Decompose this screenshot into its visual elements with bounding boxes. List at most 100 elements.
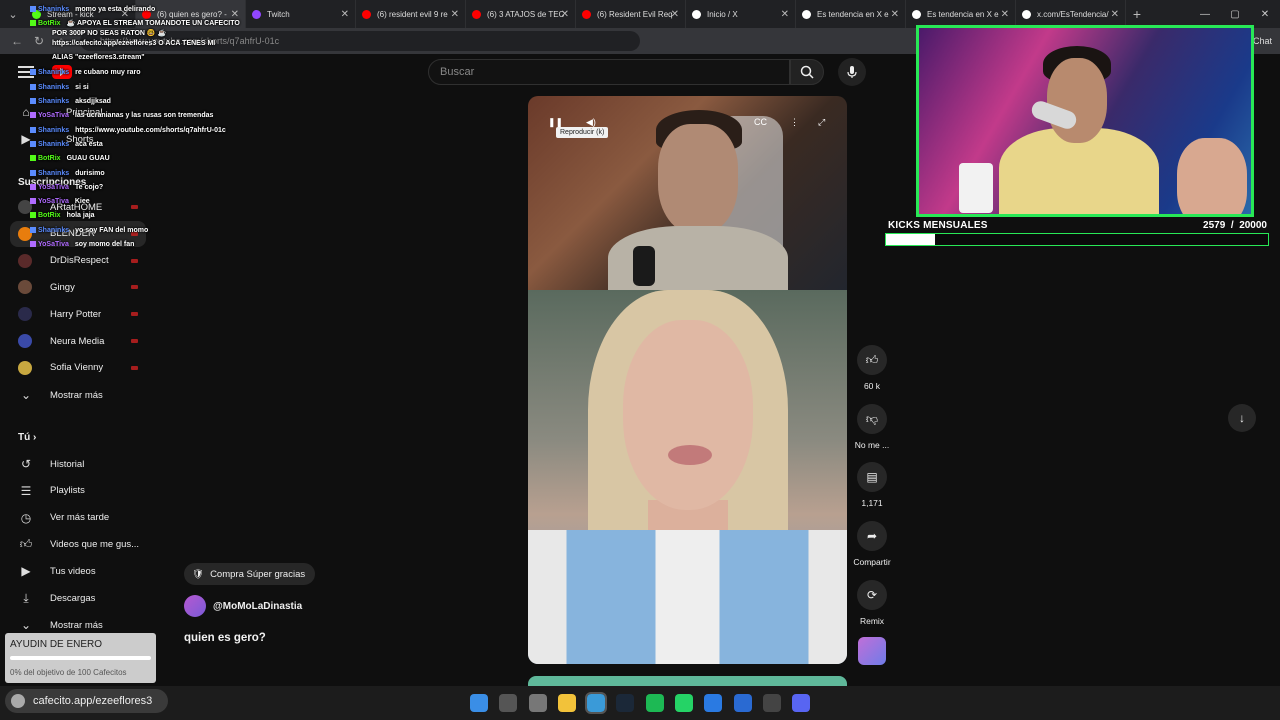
obs-icon[interactable] — [762, 694, 781, 712]
sidebar-item-label: Mostrar más — [50, 389, 103, 401]
chat-message: Shaninks si si — [30, 84, 89, 92]
like-button[interactable]: 👍︎ 60 k — [850, 345, 894, 391]
channel-avatar — [18, 307, 32, 322]
guest-person — [1177, 138, 1247, 214]
tab-label: (6) Resident Evil Req — [597, 9, 673, 19]
streamer-face — [1047, 58, 1107, 143]
shorts-video-bottom[interactable] — [528, 290, 847, 664]
tab-favicon-icon — [582, 9, 591, 19]
app-icon[interactable] — [704, 694, 723, 712]
browser-tab[interactable]: (6) Resident Evil Req ✕ — [576, 0, 686, 28]
search-icon[interactable] — [499, 694, 518, 712]
sidebar-item-videos-que-me-gus[interactable]: 👍︎ Videos que me gus... — [18, 531, 158, 557]
sidebar-item-descargas[interactable]: ⤓ Descargas — [18, 585, 158, 611]
spotify-icon[interactable] — [645, 694, 664, 712]
sidebar-item-channel[interactable]: Neura Media — [18, 328, 158, 354]
tab-favicon-icon — [472, 9, 481, 19]
browser-tab[interactable]: (6) resident evil 9 re ✕ — [356, 0, 466, 28]
kicks-goal-count: 2579 / 20000 — [1203, 220, 1267, 231]
close-tab-icon[interactable]: ✕ — [341, 9, 349, 20]
shorts-video-top[interactable] — [528, 96, 847, 290]
like-count: 60 k — [863, 381, 881, 391]
kicks-progress-fill — [886, 234, 936, 245]
sidebar-item-channel[interactable]: Gingy — [18, 274, 158, 300]
kicks-goal-label: KICKS MENSUALES — [888, 220, 988, 231]
chat-username: Shaninks — [38, 6, 70, 13]
comments-button[interactable]: ▤ 1,171 — [850, 462, 894, 508]
sidebar-item-historial[interactable]: ↺ Historial — [18, 451, 158, 477]
sidebar-item-playlists[interactable]: ☰ Playlists — [18, 478, 158, 504]
tab-search-icon[interactable]: ⌄ — [0, 0, 26, 28]
voice-search-button[interactable] — [838, 58, 866, 86]
microphone-icon — [847, 66, 857, 78]
reload-icon[interactable]: ↻ — [28, 34, 50, 48]
sidebar-item-channel[interactable]: Sofia Vienny — [18, 355, 158, 381]
new-tab-button[interactable]: + — [1126, 6, 1148, 22]
whatsapp-icon[interactable] — [675, 694, 694, 712]
search-icon — [800, 65, 814, 79]
sidebar-item-label: Sofia Vienny — [50, 362, 104, 374]
close-tab-icon[interactable]: ✕ — [891, 9, 899, 20]
task-view-icon[interactable] — [528, 694, 547, 712]
close-tab-icon[interactable]: ✕ — [231, 9, 239, 20]
remix-button[interactable]: ⟳ Remix — [850, 580, 894, 626]
window-controls: — ▢ ✕ — [1190, 0, 1280, 28]
share-button[interactable]: ➦ Compartir — [850, 521, 894, 567]
super-thanks-button[interactable]: 🛡︎ Compra Súper gracias — [184, 563, 316, 585]
audio-thumbnail[interactable] — [858, 637, 886, 665]
minimize-icon[interactable]: — — [1190, 9, 1220, 20]
show-more-subscriptions[interactable]: ⌄ Mostrar más — [18, 382, 158, 408]
windows-start-icon[interactable] — [470, 694, 488, 712]
browser-icon[interactable] — [585, 692, 608, 714]
new-content-indicator — [131, 339, 138, 343]
goal-subtitle: 0% del objetivo de 100 Cafecitos — [10, 668, 127, 677]
chat-badge-icon — [30, 141, 36, 148]
discord-icon[interactable] — [792, 694, 811, 712]
browser-tab[interactable]: (6) 3 ATAJOS de TEC ✕ — [466, 0, 576, 28]
app-icon-2[interactable] — [733, 694, 752, 712]
browser-tab[interactable]: Es tendencia en X e ✕ — [906, 0, 1016, 28]
browser-tab[interactable]: Es tendencia en X e ✕ — [796, 0, 906, 28]
sidebar-item-ver-m-s-tarde[interactable]: ◷ Ver más tarde — [18, 505, 158, 531]
tab-favicon-icon — [252, 9, 261, 19]
more-options-icon[interactable]: ⋮ — [790, 117, 799, 128]
close-tab-icon[interactable]: ✕ — [781, 9, 789, 20]
remix-label: Remix — [859, 616, 885, 626]
close-tab-icon[interactable]: ✕ — [451, 9, 459, 20]
next-short-preview[interactable] — [528, 676, 847, 686]
close-tab-icon[interactable]: ✕ — [561, 9, 569, 20]
chat-text: ALIAS "ezeeflores3.stream" — [52, 54, 145, 61]
captions-icon[interactable]: CC — [754, 117, 767, 127]
browser-tab[interactable]: Inicio / X ✕ — [686, 0, 796, 28]
chat-username: YoSaTiva — [38, 241, 69, 248]
tab-favicon-icon — [692, 9, 701, 19]
search-button[interactable] — [790, 59, 824, 85]
chat-button[interactable]: Chat — [1253, 36, 1272, 46]
close-tab-icon[interactable]: ✕ — [1001, 9, 1009, 20]
channel-link[interactable]: @MoMoLaDinastia — [184, 595, 302, 617]
sidebar-item-tus-videos[interactable]: ▶ Tus videos — [18, 558, 158, 584]
chat-message: BotRix ☕ APOYA EL STREAM TOMANDOTE UN CAF… — [30, 20, 240, 28]
steam-icon[interactable] — [616, 694, 635, 712]
maximize-icon[interactable]: ▢ — [1220, 9, 1250, 20]
fullscreen-icon[interactable]: ⤢ — [818, 117, 825, 128]
file-explorer-icon[interactable] — [557, 694, 576, 712]
search-input[interactable]: Buscar — [428, 59, 790, 85]
browser-tab[interactable]: x.com/EsTendencia/✕ — [1016, 0, 1126, 28]
tab-label: (6) 3 ATAJOS de TEC — [487, 9, 565, 19]
browser-tab[interactable]: Twitch ✕ — [246, 0, 356, 28]
you-heading[interactable]: Tú › — [18, 432, 36, 443]
arrow-down-icon: ↓ — [1239, 411, 1245, 425]
close-tab-icon[interactable]: ✕ — [1111, 9, 1119, 20]
sidebar-item-channel[interactable]: Harry Potter — [18, 301, 158, 327]
chat-message: YoSaTiva las ucranianas y las rusas son t… — [30, 112, 213, 120]
next-video-button[interactable]: ↓ — [1228, 404, 1256, 432]
dislike-button[interactable]: 👎︎ No me ... — [850, 404, 894, 450]
dislike-label: No me ... — [854, 440, 890, 450]
channel-avatar[interactable] — [184, 595, 206, 617]
chat-badge-icon — [30, 84, 36, 91]
close-tab-icon[interactable]: ✕ — [671, 9, 679, 20]
sidebar-item-channel[interactable]: DrDisRespect — [18, 248, 158, 274]
back-icon[interactable]: ← — [6, 34, 28, 48]
close-window-icon[interactable]: ✕ — [1250, 9, 1280, 20]
